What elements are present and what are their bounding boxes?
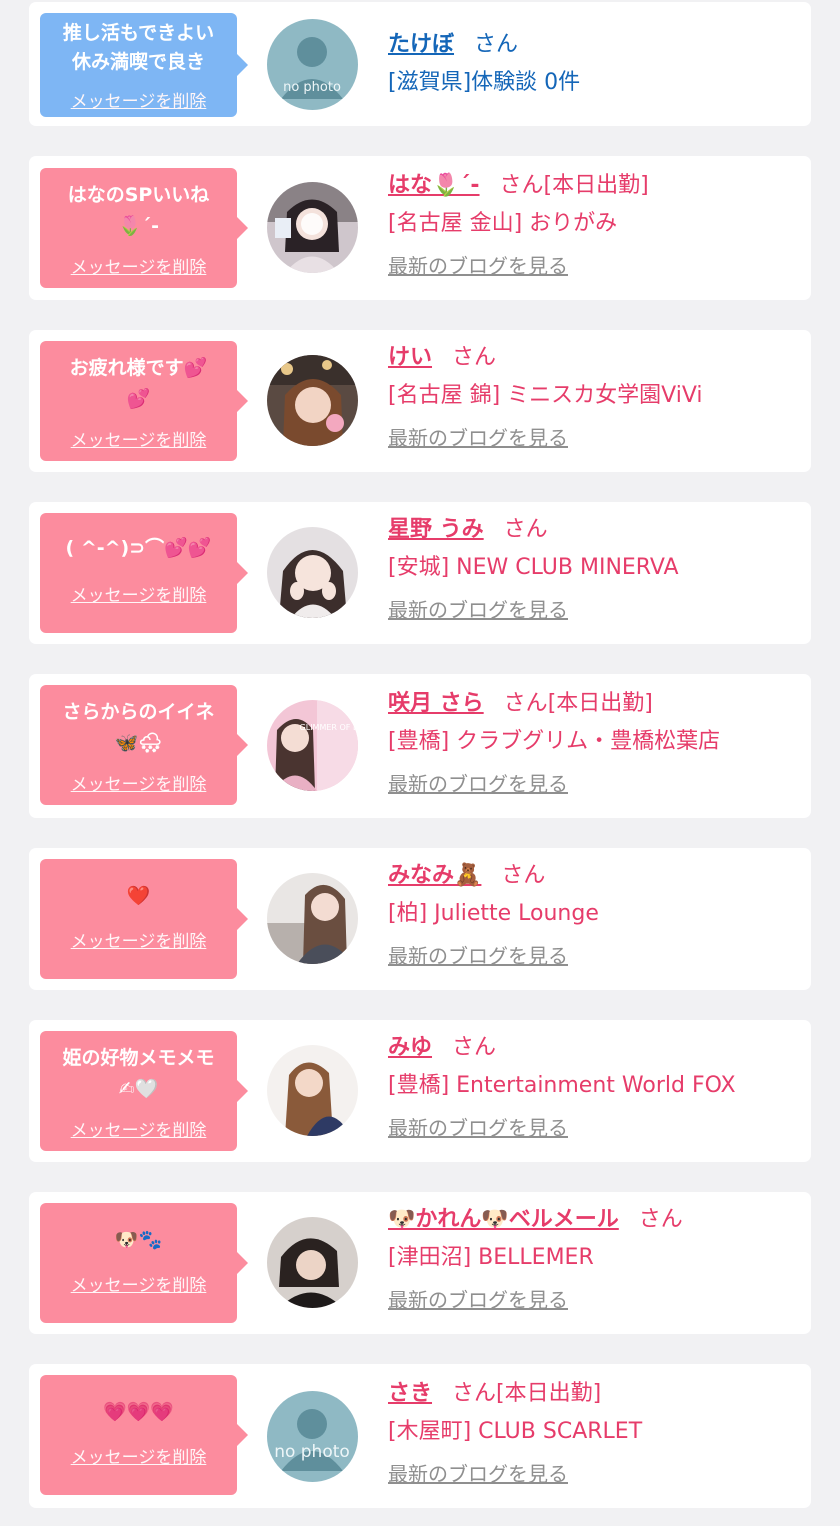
profile-photo <box>267 355 358 446</box>
shop-label: [名古屋 錦] ミニスカ女学園ViVi <box>388 383 703 408</box>
avatar[interactable] <box>267 1045 358 1136</box>
profile-photo <box>267 182 358 273</box>
honorific: さん <box>474 32 519 57</box>
latest-blog-link[interactable]: 最新のブログを見る <box>388 251 801 281</box>
latest-blog-link[interactable]: 最新のブログを見る <box>388 595 801 625</box>
message-bubble: ( ^-^)⊃⌒💕💕 メッセージを削除 <box>40 513 248 633</box>
message-bubble: さらからのイイネ 🦋🌨 メッセージを削除 <box>40 685 248 805</box>
photo-caption: GLIMMER OF LIGHT. <box>300 723 358 732</box>
honorific: さん <box>452 345 497 370</box>
avatar[interactable] <box>267 355 358 446</box>
message-text: 💗💗💗 <box>103 1401 174 1423</box>
profile-photo: GLIMMER OF LIGHT. <box>267 700 358 791</box>
delete-message-link[interactable]: メッセージを削除 <box>40 426 237 451</box>
message-bubble: お疲れ様です💕 💕 メッセージを削除 <box>40 341 248 461</box>
message-bubble: 🐶🐾 メッセージを削除 <box>40 1203 248 1323</box>
shop-label: [豊橋] クラブグリム・豊橋松葉店 <box>388 729 721 754</box>
user-name-link[interactable]: 🐶かれん🐶ベルメール <box>388 1207 619 1232</box>
honorific: さん <box>452 1035 497 1060</box>
message-card: 🐶🐾 メッセージを削除 🐶かれん🐶ベルメール さん [津田沼] BELLEMER … <box>29 1192 811 1334</box>
message-text: お疲れ様です💕 💕 <box>69 357 208 410</box>
latest-blog-link[interactable]: 最新のブログを見る <box>388 1285 801 1315</box>
profile-photo <box>267 1217 358 1308</box>
message-bubble: 💗💗💗 メッセージを削除 <box>40 1375 248 1495</box>
no-photo-avatar-icon: no photo <box>267 19 358 110</box>
honorific: さん <box>503 691 548 716</box>
honorific: さん <box>503 517 548 542</box>
on-duty-label: [本日出勤] <box>496 1381 602 1406</box>
avatar[interactable] <box>267 1217 358 1308</box>
avatar[interactable] <box>267 873 358 964</box>
delete-message-link[interactable]: メッセージを削除 <box>40 927 237 952</box>
message-card: はなのSPいいね 🌷´- メッセージを削除 はな🌷´- さん[本日出勤] [名古屋… <box>29 156 811 300</box>
no-photo-label: no photo <box>283 80 341 95</box>
avatar[interactable]: GLIMMER OF LIGHT. <box>267 700 358 791</box>
shop-label: [滋賀県]体験談 0件 <box>388 70 581 95</box>
message-bubble: 姫の好物メモメモ ✍🤍 メッセージを削除 <box>40 1031 248 1151</box>
message-card: 姫の好物メモメモ ✍🤍 メッセージを削除 みゆ さん [豊橋] Entertain… <box>29 1020 811 1162</box>
profile-photo <box>267 873 358 964</box>
message-card: お疲れ様です💕 💕 メッセージを削除 けい さん [名古屋 錦] ミニスカ女学園V… <box>29 330 811 472</box>
message-text: 姫の好物メモメモ ✍🤍 <box>62 1047 215 1100</box>
avatar[interactable] <box>267 527 358 618</box>
shop-label: [名古屋 金山] おりがみ <box>388 211 618 236</box>
avatar[interactable] <box>267 182 358 273</box>
message-bubble: 推し活もできよい 休み満喫で良き メッセージを削除 <box>40 13 248 117</box>
message-card: 💗💗💗 メッセージを削除 no photo さき さん[本日出勤] [木屋町] C… <box>29 1364 811 1508</box>
delete-message-link[interactable]: メッセージを削除 <box>40 581 237 606</box>
message-text: はなのSPいいね 🌷´- <box>67 184 210 237</box>
message-card: ( ^-^)⊃⌒💕💕 メッセージを削除 星野 うみ さん [安城] NEW CLU… <box>29 502 811 644</box>
shop-label: [津田沼] BELLEMER <box>388 1245 594 1270</box>
delete-message-link[interactable]: メッセージを削除 <box>40 1116 237 1141</box>
latest-blog-link[interactable]: 最新のブログを見る <box>388 423 801 453</box>
honorific: さん <box>452 1381 497 1406</box>
user-name-link[interactable]: 咲月 さら <box>388 691 484 716</box>
shop-label: [豊橋] Entertainment World FOX <box>388 1073 736 1098</box>
on-duty-label: [本日出勤] <box>547 691 653 716</box>
message-text: ( ^-^)⊃⌒💕💕 <box>65 537 212 559</box>
no-photo-label: no photo <box>274 1442 350 1462</box>
user-name-link[interactable]: みなみ🧸 <box>388 863 481 888</box>
message-text: 🐶🐾 <box>114 1229 163 1251</box>
message-bubble: ❤️ メッセージを削除 <box>40 859 248 979</box>
latest-blog-link[interactable]: 最新のブログを見る <box>388 941 801 971</box>
latest-blog-link[interactable]: 最新のブログを見る <box>388 1113 801 1143</box>
shop-label: [木屋町] CLUB SCARLET <box>388 1419 643 1444</box>
delete-message-link[interactable]: メッセージを削除 <box>40 1271 237 1296</box>
message-text: ❤️ <box>126 885 151 907</box>
user-name-link[interactable]: はな🌷´- <box>388 173 480 198</box>
user-name-link[interactable]: みゆ <box>388 1035 432 1060</box>
message-list: 推し活もできよい 休み満喫で良き メッセージを削除 no photo たけぼ さん… <box>0 0 840 1526</box>
honorific: さん <box>638 1207 683 1232</box>
user-name-link[interactable]: さき <box>388 1381 432 1406</box>
latest-blog-link[interactable]: 最新のブログを見る <box>388 769 801 799</box>
user-name-link[interactable]: 星野 うみ <box>388 517 484 542</box>
honorific: さん <box>501 863 546 888</box>
message-card: 推し活もできよい 休み満喫で良き メッセージを削除 no photo たけぼ さん… <box>29 2 811 126</box>
no-photo-avatar-icon: no photo <box>267 1391 358 1482</box>
delete-message-link[interactable]: メッセージを削除 <box>40 1443 237 1468</box>
delete-message-link[interactable]: メッセージを削除 <box>40 87 237 112</box>
message-card: ❤️ メッセージを削除 みなみ🧸 さん [柏] Juliette Lounge 最… <box>29 848 811 990</box>
honorific: さん <box>499 173 544 198</box>
message-text: 推し活もできよい 休み満喫で良き <box>62 22 215 73</box>
shop-label: [安城] NEW CLUB MINERVA <box>388 555 679 580</box>
avatar[interactable]: no photo <box>267 19 358 110</box>
on-duty-label: [本日出勤] <box>543 173 649 198</box>
message-bubble: はなのSPいいね 🌷´- メッセージを削除 <box>40 168 248 288</box>
profile-photo <box>267 527 358 618</box>
user-name-link[interactable]: たけぼ <box>388 32 454 57</box>
latest-blog-link[interactable]: 最新のブログを見る <box>388 1459 801 1489</box>
profile-photo <box>267 1045 358 1136</box>
message-text: さらからのイイネ 🦋🌨 <box>62 701 215 754</box>
shop-label: [柏] Juliette Lounge <box>388 901 599 926</box>
delete-message-link[interactable]: メッセージを削除 <box>40 253 237 278</box>
user-name-link[interactable]: けい <box>388 345 432 370</box>
delete-message-link[interactable]: メッセージを削除 <box>40 770 237 795</box>
message-card: さらからのイイネ 🦋🌨 メッセージを削除 GLIMMER OF LIGHT. 咲… <box>29 674 811 818</box>
avatar[interactable]: no photo <box>267 1391 358 1482</box>
